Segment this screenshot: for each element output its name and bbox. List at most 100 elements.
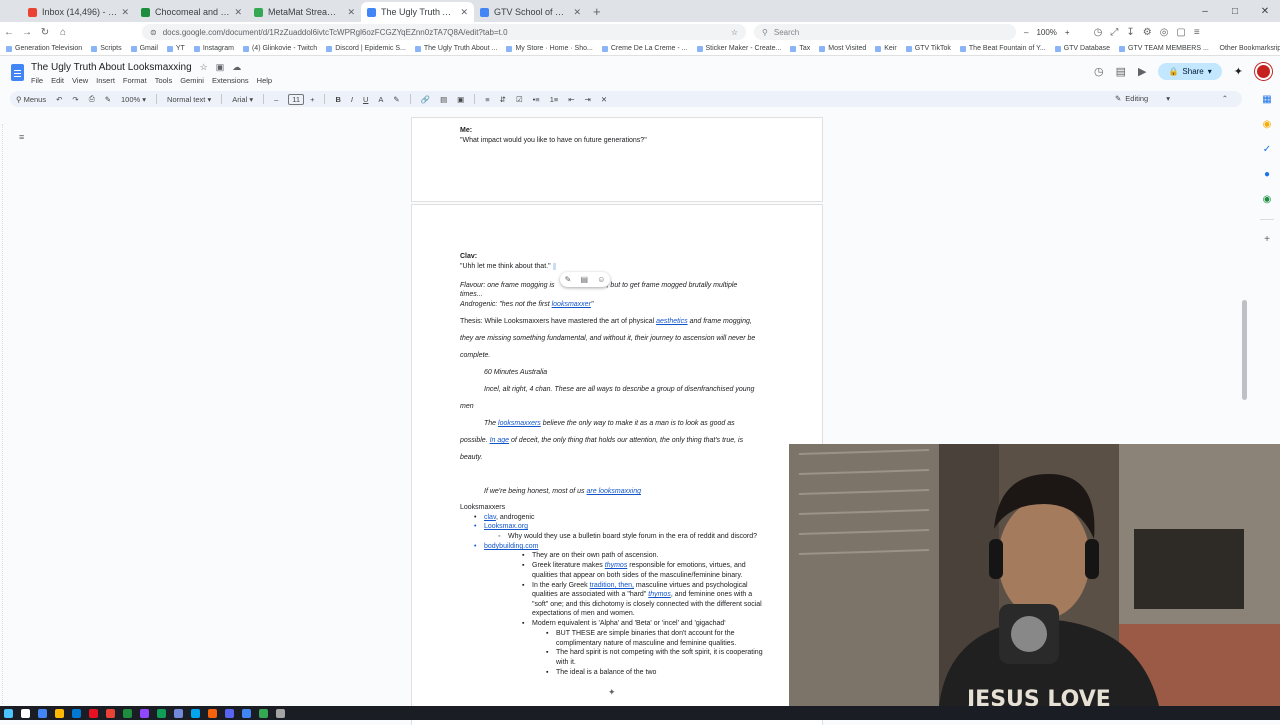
bookmark-item[interactable]: GTV TikTok [905, 45, 951, 52]
star-icon[interactable]: ☆ [200, 62, 208, 73]
spellcheck-word[interactable]: thymos [605, 562, 628, 569]
spellcheck-word[interactable]: thymos [648, 591, 671, 598]
collapse-icon[interactable]: ⌃ [1222, 91, 1228, 107]
spellcheck-word[interactable]: looksmaxxers [498, 420, 541, 427]
menu-item-help[interactable]: Help [257, 76, 272, 85]
paint-format-icon[interactable]: ✎ [105, 95, 111, 104]
browser-tab[interactable]: MetaMat Stream - Watch Live o ✕ [248, 2, 361, 22]
bookmark-item[interactable]: GTV TEAM MEMBERS ... [1119, 45, 1209, 52]
browser-tab[interactable]: GTV School of Rock - Google D ✕ [474, 2, 587, 22]
spellcheck-word[interactable]: aesthetics [656, 318, 688, 325]
extension-icon[interactable]: ⚙ [1143, 27, 1152, 38]
browser-tab[interactable]: Inbox (14,496) - knijlink@gmail✕ [22, 2, 135, 22]
close-tab-icon[interactable]: ✕ [234, 7, 242, 18]
close-icon[interactable]: ✕ [1250, 6, 1280, 17]
menu-item-view[interactable]: View [72, 76, 88, 85]
zoom-out-icon[interactable]: – [1024, 28, 1028, 37]
menu-item-edit[interactable]: Edit [51, 76, 64, 85]
emoji-icon[interactable]: ☺ [597, 275, 605, 284]
bookmark-item[interactable]: Tax [790, 45, 810, 52]
gemini-icon[interactable]: ✦ [1234, 65, 1243, 78]
zoom-select[interactable]: 100% ▾ [121, 95, 146, 104]
bookmark-item[interactable]: YT [166, 45, 185, 52]
decrease-font-icon[interactable]: – [274, 95, 278, 104]
redo-icon[interactable]: ↷ [72, 95, 78, 104]
taskbar-app-icon[interactable] [106, 708, 115, 718]
underline-icon[interactable]: U [363, 95, 368, 104]
taskbar-app-icon[interactable] [259, 708, 268, 718]
font-select[interactable]: Arial ▾ [232, 95, 253, 104]
style-select[interactable]: Normal text ▾ [167, 95, 211, 104]
bookmark-item[interactable]: The Beat Fountain of Y... [959, 45, 1046, 52]
move-icon[interactable]: ▣ [216, 62, 225, 73]
avatar[interactable] [1255, 63, 1272, 80]
edit-icon[interactable]: ✎ [565, 275, 572, 284]
document-page[interactable]: Clav: "Uhh let me think about that." Fla… [412, 205, 822, 725]
taskbar-app-icon[interactable] [276, 708, 285, 718]
taskbar-app-icon[interactable] [72, 708, 81, 718]
link-icon[interactable]: 🔗 [421, 95, 430, 104]
bookmark-item[interactable]: Instagram [193, 45, 234, 52]
list-item-link[interactable]: bodybuilding.com [474, 543, 539, 550]
url-field[interactable]: ⊜ docs.google.com/document/d/1RzZuaddol6… [142, 24, 746, 40]
bold-icon[interactable]: B [335, 95, 340, 104]
list-item-link[interactable]: Looksmax.org [474, 523, 528, 530]
document-page[interactable]: Me: "What impact would you like to have … [412, 118, 822, 201]
taskbar-app-icon[interactable] [208, 708, 217, 718]
taskbar-app-icon[interactable] [89, 708, 98, 718]
bookmark-item[interactable]: Keir [875, 45, 897, 52]
bookmark-item[interactable]: (4) Glinkovie - Twitch [242, 45, 317, 52]
menu-item-gemini[interactable]: Gemini [180, 76, 204, 85]
explore-icon[interactable]: ✦ [608, 687, 616, 698]
cloud-status-icon[interactable]: ☁ [232, 62, 241, 73]
download-icon[interactable]: ↧ [1126, 27, 1134, 38]
menu-item-file[interactable]: File [31, 76, 43, 85]
meet-icon[interactable]: ▶ [1138, 65, 1146, 78]
taskbar-app-icon[interactable] [225, 708, 234, 718]
star-icon[interactable]: ☆ [731, 28, 738, 37]
numbered-list-icon[interactable]: 1≡ [550, 95, 559, 104]
maps-icon[interactable]: ◉ [1263, 194, 1272, 205]
spellcheck-word[interactable]: tradition, then, [590, 582, 634, 589]
image-icon[interactable]: ▣ [457, 95, 464, 104]
other-bookmarks[interactable]: Other Bookmarks [1215, 42, 1274, 55]
taskbar-app-icon[interactable] [21, 708, 30, 718]
tasks-icon[interactable]: ✓ [1263, 144, 1271, 155]
doc-title[interactable]: The Ugly Truth About Looksmaxxing [31, 62, 192, 73]
italic-icon[interactable]: I [351, 95, 353, 104]
forward-icon[interactable]: → [18, 27, 36, 38]
menu-item-extensions[interactable]: Extensions [212, 76, 249, 85]
decrease-indent-icon[interactable]: ⇤ [568, 95, 574, 104]
increase-font-icon[interactable]: + [310, 95, 314, 104]
version-history-icon[interactable]: ◷ [1094, 65, 1104, 78]
new-tab-button[interactable]: + [593, 2, 601, 22]
bookmark-item[interactable]: GTV Database [1054, 45, 1110, 52]
browser-tab[interactable]: Chocomeal and Evan Audio - Go✕ [135, 2, 248, 22]
increase-indent-icon[interactable]: ⇥ [585, 95, 591, 104]
close-tab-icon[interactable]: ✕ [347, 7, 355, 18]
taskbar-app-icon[interactable] [242, 708, 251, 718]
share-button[interactable]: 🔒 Share ▾ [1158, 63, 1222, 80]
line-spacing-icon[interactable]: ⇵ [500, 95, 506, 104]
checklist-icon[interactable]: ☑ [516, 95, 523, 104]
menus-search[interactable]: ⚲ Menus [16, 95, 46, 104]
taskbar-app-icon[interactable] [140, 708, 149, 718]
comments-icon[interactable]: ▤ [1116, 65, 1126, 78]
taskbar-app-icon[interactable] [55, 708, 64, 718]
comment-icon[interactable]: ▤ [440, 95, 447, 104]
close-tab-icon[interactable]: ✕ [460, 7, 468, 18]
editing-mode-select[interactable]: ✎ Editing ▾ [1115, 91, 1170, 107]
menu-item-format[interactable]: Format [123, 76, 147, 85]
zoom-in-icon[interactable]: + [1065, 28, 1070, 37]
taskbar-app-icon[interactable] [123, 708, 132, 718]
bookmark-item[interactable]: Most Visited [819, 45, 866, 52]
save-icon[interactable]: ▢ [1176, 27, 1185, 38]
sync-icon[interactable]: ◎ [1160, 27, 1169, 38]
browser-tab[interactable]: The Ugly Truth About Looksma ✕ [361, 2, 474, 22]
search-input[interactable]: ⚲ Search [754, 24, 1016, 40]
taskbar-app-icon[interactable] [38, 708, 47, 718]
maximize-icon[interactable]: □ [1220, 6, 1250, 17]
bookmark-item[interactable]: Scripts [91, 45, 122, 52]
document-outline-icon[interactable]: ≡ [19, 132, 31, 142]
spellcheck-word[interactable]: looksmaxxer [552, 301, 591, 308]
